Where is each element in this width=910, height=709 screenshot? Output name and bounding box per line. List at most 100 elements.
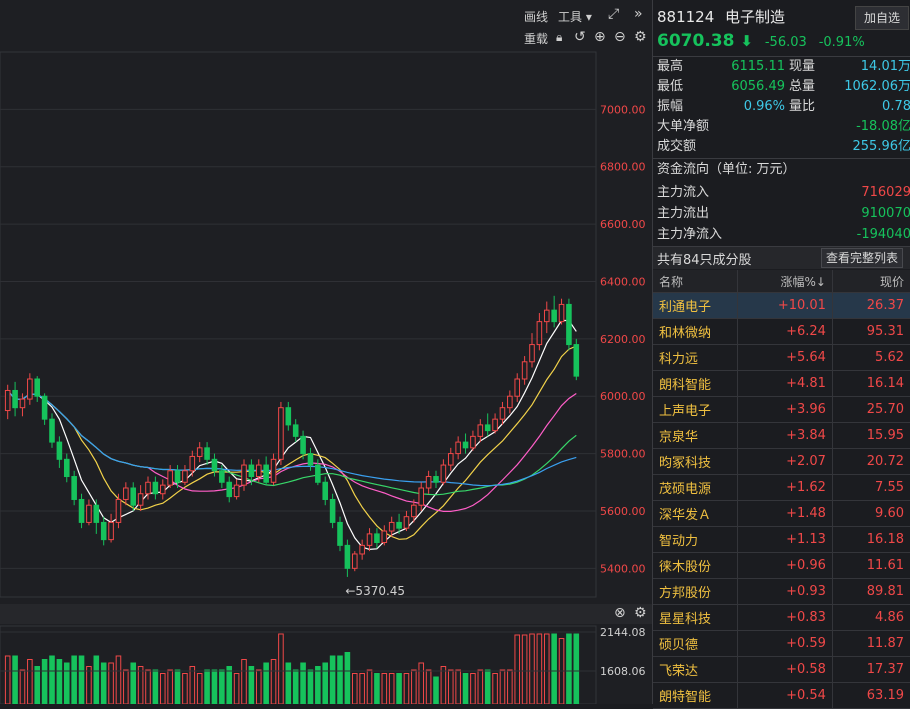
candle-body (212, 459, 217, 470)
min-price-label: ←5370.45 (345, 584, 405, 598)
table-row[interactable]: 深华发Ａ+1.489.60 (653, 501, 910, 527)
col-name[interactable]: 名称 (653, 270, 738, 293)
close-icon[interactable]: ⊗ (614, 605, 626, 621)
volume-bar (42, 660, 47, 705)
collapse-icon[interactable]: » (634, 6, 643, 22)
volume-bar (448, 670, 453, 704)
candle-body (94, 505, 99, 522)
stock-change-pct: +0.93 (738, 579, 833, 605)
main-net-label: 主力净流入 (657, 225, 722, 245)
table-row[interactable]: 科力远+5.645.62 (653, 345, 910, 371)
volume-settings-icon[interactable]: ⚙ (634, 605, 647, 621)
candle-body (382, 531, 387, 542)
tools-menu-button[interactable]: 工具 ▾ (558, 8, 592, 25)
volume-bar (389, 674, 394, 705)
volume-bar (153, 670, 158, 704)
candle-body (175, 471, 180, 482)
candle-body (138, 494, 143, 505)
turnover-value: 255.96亿 (853, 137, 910, 157)
volume-bar (375, 674, 380, 705)
col-price[interactable]: 现价 (832, 270, 910, 293)
main-outflow-label: 主力流出 (657, 204, 709, 224)
stock-name: 京泉华 (653, 423, 738, 449)
high-value: 6115.11 (731, 57, 785, 77)
volume-tick-label: 2144.08 (600, 626, 646, 639)
stat-row-high: 最高 6115.11 现量 14.01万 (653, 57, 910, 77)
stock-name: 上声电子 (653, 397, 738, 423)
flow-title-text: 资金流向（单位: 万元） (657, 160, 796, 180)
volume-bar (552, 634, 557, 704)
zoom-out-icon[interactable]: ⊖ (614, 29, 626, 45)
candle-body (20, 399, 25, 408)
candle-body (352, 554, 357, 568)
table-row[interactable]: 朗科智能+4.8116.14 (653, 371, 910, 397)
y-tick-label: 6400.00 (600, 275, 646, 288)
volume-bar (485, 670, 490, 704)
lock-icon[interactable]: 🔒︎ (556, 30, 562, 45)
table-row[interactable]: 和林微纳+6.2495.31 (653, 319, 910, 345)
candle-body (397, 522, 402, 528)
stock-change-pct: +0.59 (738, 631, 833, 657)
current-price: 6070.38 (657, 31, 734, 51)
stock-name: 朗特智能 (653, 683, 738, 709)
volume-bar (301, 663, 306, 704)
volume-bar (530, 634, 535, 704)
reload-button[interactable]: 重载 (524, 30, 548, 47)
candle-body (168, 471, 173, 485)
settings-icon[interactable]: ⚙ (634, 29, 647, 45)
candle-body (456, 442, 461, 453)
add-watchlist-button[interactable]: 加自选 (855, 6, 909, 30)
table-row[interactable]: 徕木股份+0.9611.61 (653, 553, 910, 579)
view-all-button[interactable]: 查看完整列表 (821, 248, 903, 268)
stock-change-pct: +10.01 (738, 293, 833, 319)
table-row[interactable]: 利通电子+10.0126.37 (653, 293, 910, 319)
volume-bar (493, 674, 498, 705)
table-row[interactable]: 星星科技+0.834.86 (653, 605, 910, 631)
table-row[interactable]: 方邦股份+0.9389.81 (653, 579, 910, 605)
table-row[interactable]: 上声电子+3.9625.70 (653, 397, 910, 423)
low-label: 最低 (657, 77, 683, 97)
volume-bar (249, 667, 254, 705)
y-tick-label: 5800.00 (600, 448, 646, 461)
volume-bar (544, 634, 549, 704)
candle-body (227, 482, 232, 496)
volume-bar (138, 667, 143, 705)
table-row[interactable]: 京泉华+3.8415.95 (653, 423, 910, 449)
volume-bar (197, 674, 202, 705)
candle-body (205, 448, 210, 459)
draw-line-button[interactable]: 画线 (524, 8, 548, 25)
table-row[interactable]: 茂硕电源+1.627.55 (653, 475, 910, 501)
volume-bar (35, 667, 40, 705)
table-row[interactable]: 智动力+1.1316.18 (653, 527, 910, 553)
candle-body (537, 322, 542, 345)
fullscreen-icon[interactable]: ⤢ (608, 6, 619, 22)
candle-body (72, 477, 77, 500)
candle-body (183, 471, 188, 482)
kline-chart[interactable]: 7000.006800.006600.006400.006200.006000.… (0, 0, 652, 704)
zoom-in-icon[interactable]: ⊕ (594, 29, 606, 45)
table-row[interactable]: 飞荣达+0.5817.37 (653, 657, 910, 683)
stock-price: 11.87 (832, 631, 910, 657)
volume-bar (271, 660, 276, 705)
volume-bar (382, 674, 387, 705)
volume-bar (567, 634, 572, 704)
table-row[interactable]: 朗特智能+0.5463.19 (653, 683, 910, 709)
main-net-value: -194040 (857, 225, 910, 245)
big-order-label: 大单净额 (657, 117, 709, 137)
table-row[interactable]: 硕贝德+0.5911.87 (653, 631, 910, 657)
stock-change-pct: +0.54 (738, 683, 833, 709)
turnover-label: 成交额 (657, 137, 696, 157)
volume-bar (131, 663, 136, 704)
tools-label: 工具 (558, 10, 582, 24)
col-change-pct[interactable]: 涨幅%↓ (738, 270, 833, 293)
candle-body (42, 396, 47, 419)
volume-bar (419, 663, 424, 704)
stat-row-amplitude: 振幅 0.96% 量比 0.78 (653, 97, 910, 117)
stock-change-pct: +0.58 (738, 657, 833, 683)
candle-body (389, 522, 394, 531)
undo-icon[interactable]: ↺ (574, 29, 586, 45)
candle-body (249, 465, 254, 476)
candle-body (574, 345, 579, 377)
stock-name: 智动力 (653, 527, 738, 553)
table-row[interactable]: 昀冢科技+2.0720.72 (653, 449, 910, 475)
